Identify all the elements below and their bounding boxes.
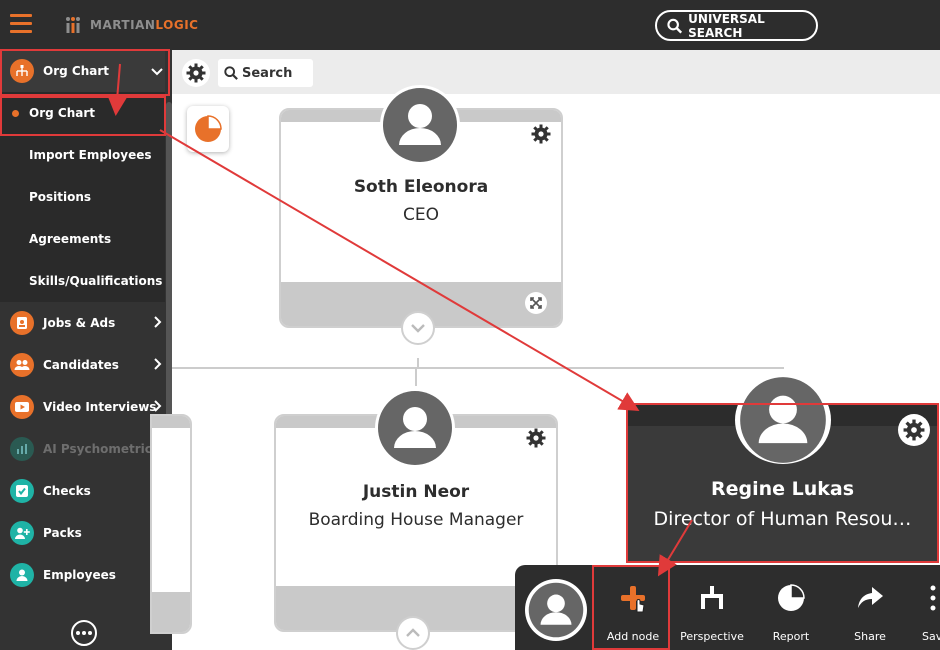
save-button[interactable]: Sav	[910, 565, 940, 650]
gear-icon	[186, 63, 206, 83]
user-icon	[10, 563, 34, 587]
highlight-box	[0, 49, 170, 96]
play-icon	[10, 395, 34, 419]
search-icon	[224, 66, 238, 80]
action-label: Perspective	[680, 630, 744, 643]
highlight-box	[626, 403, 939, 563]
more-options-icon[interactable]	[71, 620, 97, 646]
card-band	[152, 416, 190, 428]
universal-search-button[interactable]: UNIVERSAL SEARCH	[655, 10, 818, 41]
sidebar-item-label: Employees	[43, 568, 116, 582]
user-avatar-icon	[378, 391, 452, 465]
sidebar-item-label: Packs	[43, 526, 82, 540]
logo-text-part1: MARTIAN	[90, 18, 156, 32]
collapse-toggle[interactable]	[401, 311, 435, 345]
action-label: Report	[772, 630, 810, 643]
chart-search-input[interactable]: Search	[218, 59, 313, 87]
logo-text-part2: LOGIC	[155, 18, 199, 32]
share-arrow-icon	[858, 587, 883, 608]
logo-mark-icon	[66, 17, 80, 33]
sidebar-item-label: Jobs & Ads	[43, 316, 116, 330]
chevron-right-icon	[154, 316, 162, 328]
id-badge-icon	[10, 311, 34, 335]
user-avatar-icon	[528, 582, 584, 638]
sub-item-label: Import Employees	[29, 148, 152, 162]
node-name: Justin Neor	[362, 482, 470, 502]
highlight-box	[592, 565, 670, 650]
chevron-up-icon	[406, 628, 420, 637]
chart-icon	[10, 437, 34, 461]
sub-item-import-employees[interactable]: Import Employees	[0, 134, 165, 176]
top-bar: MARTIANLOGIC UNIVERSAL SEARCH	[0, 0, 940, 50]
check-icon	[10, 479, 34, 503]
sub-item-skills-qualifications[interactable]: Skills/Qualifications	[0, 260, 165, 302]
node-name: Soth Eleonora	[353, 177, 489, 197]
sidebar-item-candidates[interactable]: Candidates	[0, 344, 165, 386]
sub-item-agreements[interactable]: Agreements	[0, 218, 165, 260]
action-label: Share	[854, 630, 886, 643]
sub-item-positions[interactable]: Positions	[0, 176, 165, 218]
org-node-partial[interactable]	[150, 414, 192, 634]
sidebar-item-video-interviews[interactable]: Video Interviews	[0, 386, 165, 428]
report-button[interactable]: Report	[752, 565, 830, 650]
user-plus-icon	[10, 521, 34, 545]
sidebar-item-employees[interactable]: Employees	[0, 554, 165, 596]
avatar	[375, 388, 455, 468]
sidebar-item-ai-psychometrics[interactable]: AI Psychometrics	[0, 428, 165, 470]
expand-icon[interactable]	[525, 292, 547, 314]
node-settings-icon[interactable]	[531, 124, 551, 144]
hamburger-menu-icon[interactable]	[10, 14, 32, 34]
chevron-down-icon	[411, 324, 425, 333]
settings-gear-button[interactable]	[182, 59, 210, 87]
node-title: CEO	[403, 205, 439, 225]
chevron-right-icon	[154, 400, 162, 412]
sidebar-item-checks[interactable]: Checks	[0, 470, 165, 512]
universal-search-label: UNIVERSAL SEARCH	[688, 11, 765, 40]
sub-item-label: Skills/Qualifications	[29, 274, 163, 288]
expand-toggle[interactable]	[396, 616, 430, 650]
hierarchy-icon	[701, 586, 723, 609]
users-icon	[10, 353, 34, 377]
node-title: Boarding House Manager	[308, 510, 524, 530]
sidebar: Org Chart Org Chart Import Employees Pos…	[0, 50, 172, 650]
sub-item-label: Agreements	[29, 232, 112, 246]
pie-chart-icon	[778, 584, 805, 611]
vertical-dots-icon	[930, 585, 936, 611]
action-label: Sav	[922, 630, 940, 643]
sidebar-item-label: Candidates	[43, 358, 119, 372]
perspective-button[interactable]: Perspective	[673, 565, 751, 650]
sidebar-item-label: AI Psychometrics	[43, 442, 160, 456]
sub-item-label: Positions	[29, 190, 92, 204]
sidebar-item-label: Video Interviews	[43, 400, 157, 414]
sidebar-item-packs[interactable]: Packs	[0, 512, 165, 554]
logo-text: MARTIANLOGIC	[90, 18, 198, 32]
avatar	[525, 579, 587, 641]
logo: MARTIANLOGIC	[64, 15, 198, 35]
card-footer	[152, 592, 190, 632]
avatar	[380, 85, 460, 165]
sidebar-item-label: Checks	[43, 484, 91, 498]
chevron-right-icon	[154, 358, 162, 370]
node-settings-icon[interactable]	[526, 428, 546, 448]
node-action-bar: Add node Perspective Report Share Sav	[515, 565, 940, 650]
sidebar-item-jobs-ads[interactable]: Jobs & Ads	[0, 302, 165, 344]
search-label: Search	[242, 65, 293, 81]
search-icon	[667, 18, 683, 33]
user-avatar-icon	[383, 88, 457, 162]
highlight-box	[0, 96, 166, 136]
share-button[interactable]: Share	[831, 565, 909, 650]
